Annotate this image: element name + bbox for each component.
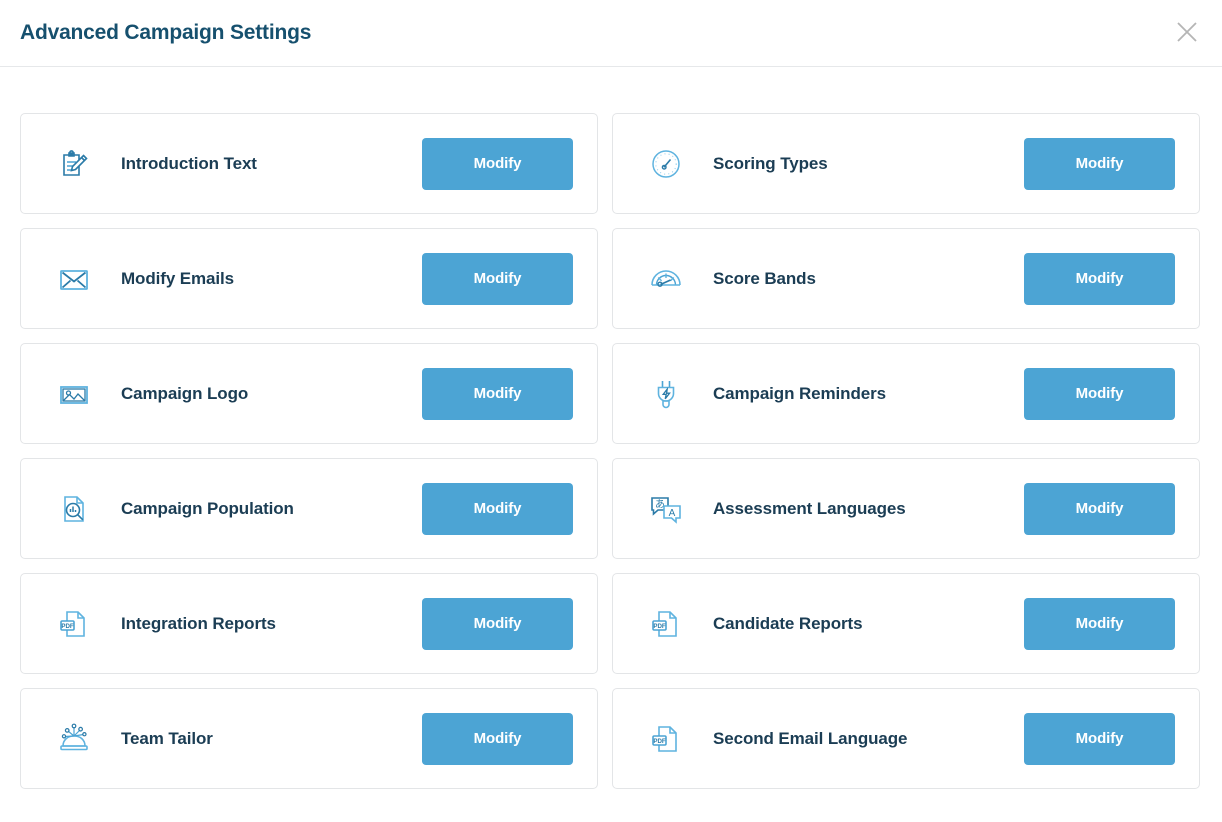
pdf-document-icon: PDF <box>643 716 689 762</box>
setting-card-campaign-population[interactable]: Campaign Population Modify <box>20 458 598 559</box>
image-icon <box>51 371 97 417</box>
setting-card-introduction-text[interactable]: Introduction Text Modify <box>20 113 598 214</box>
setting-card-modify-emails[interactable]: Modify Emails Modify <box>20 228 598 329</box>
setting-label: Candidate Reports <box>713 613 863 633</box>
modify-button-modify-emails[interactable]: Modify <box>422 252 573 305</box>
speedometer-icon <box>643 256 689 302</box>
modify-button-integration-reports[interactable]: Modify <box>422 597 573 650</box>
clipboard-pencil-icon <box>51 141 97 187</box>
power-plug-bolt-icon <box>643 371 689 417</box>
setting-card-team-tailor[interactable]: Team Tailor Modify <box>20 688 598 789</box>
setting-label: Second Email Language <box>713 728 908 748</box>
document-search-chart-icon <box>51 486 97 532</box>
advanced-campaign-settings-modal: Advanced Campaign Settings Introduction … <box>0 0 1222 789</box>
envelope-icon <box>51 256 97 302</box>
modify-button-second-email-language[interactable]: Modify <box>1024 712 1175 765</box>
setting-card-second-email-language[interactable]: PDF Second Email Language Modify <box>612 688 1200 789</box>
page-title: Advanced Campaign Settings <box>20 21 312 44</box>
setting-label: Campaign Reminders <box>713 383 886 403</box>
setting-card-campaign-logo[interactable]: Campaign Logo Modify <box>20 343 598 444</box>
modify-button-team-tailor[interactable]: Modify <box>422 712 573 765</box>
setting-label: Team Tailor <box>121 728 213 748</box>
modal-header: Advanced Campaign Settings <box>0 0 1222 67</box>
setting-card-candidate-reports[interactable]: PDF Candidate Reports Modify <box>612 573 1200 674</box>
translate-bubbles-icon: あ A <box>643 486 689 532</box>
setting-label: Score Bands <box>713 268 816 288</box>
modify-button-campaign-logo[interactable]: Modify <box>422 367 573 420</box>
setting-label: Assessment Languages <box>713 498 906 518</box>
settings-grid: Introduction Text Modify Modify Emails M… <box>20 113 1200 789</box>
modal-body: Introduction Text Modify Modify Emails M… <box>0 67 1222 789</box>
modify-button-campaign-reminders[interactable]: Modify <box>1024 367 1175 420</box>
modify-button-introduction-text[interactable]: Modify <box>422 137 573 190</box>
setting-label: Introduction Text <box>121 153 257 173</box>
setting-label: Campaign Logo <box>121 383 249 403</box>
modify-button-scoring-types[interactable]: Modify <box>1024 137 1175 190</box>
modify-button-assessment-languages[interactable]: Modify <box>1024 482 1175 535</box>
svg-text:A: A <box>669 507 676 518</box>
setting-label: Integration Reports <box>121 613 276 633</box>
setting-card-assessment-languages[interactable]: あ A Assessment Languages Modify <box>612 458 1200 559</box>
pdf-document-icon: PDF <box>643 601 689 647</box>
modify-button-campaign-population[interactable]: Modify <box>422 482 573 535</box>
close-icon <box>1174 19 1200 45</box>
modify-button-candidate-reports[interactable]: Modify <box>1024 597 1175 650</box>
setting-label: Campaign Population <box>121 498 294 518</box>
modify-button-score-bands[interactable]: Modify <box>1024 252 1175 305</box>
setting-card-scoring-types[interactable]: Scoring Types Modify <box>612 113 1200 214</box>
setting-card-integration-reports[interactable]: PDF Integration Reports Modify <box>20 573 598 674</box>
setting-label: Scoring Types <box>713 153 828 173</box>
svg-text:PDF: PDF <box>653 737 666 744</box>
settings-column-right: Scoring Types Modify Score Bands Modify … <box>612 113 1200 789</box>
svg-text:PDF: PDF <box>61 622 74 629</box>
settings-column-left: Introduction Text Modify Modify Emails M… <box>20 113 598 789</box>
setting-label: Modify Emails <box>121 268 235 288</box>
pin-cushion-icon <box>51 716 97 762</box>
svg-text:PDF: PDF <box>653 622 666 629</box>
setting-card-campaign-reminders[interactable]: Campaign Reminders Modify <box>612 343 1200 444</box>
gauge-circle-icon <box>643 141 689 187</box>
close-button[interactable] <box>1169 14 1205 50</box>
pdf-document-icon: PDF <box>51 601 97 647</box>
setting-card-score-bands[interactable]: Score Bands Modify <box>612 228 1200 329</box>
